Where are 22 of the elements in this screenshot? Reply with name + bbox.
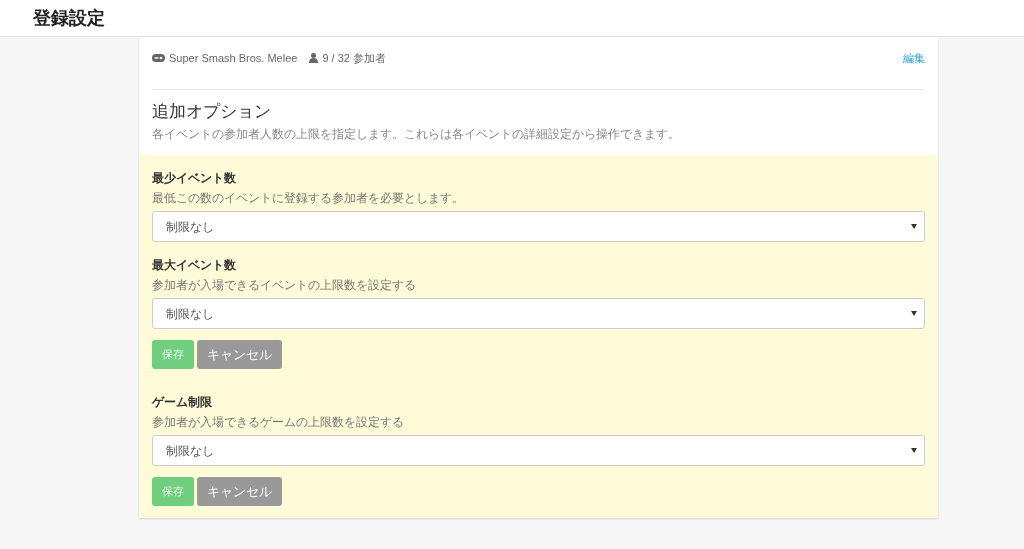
cancel-button[interactable]: キャンセル <box>197 477 282 506</box>
field-help: 最低この数のイベントに登録する参加者を必要とします。 <box>152 191 465 205</box>
field-help: 参加者が入場できるイベントの上限数を設定する <box>152 278 417 292</box>
section-title: 追加オプション <box>152 100 272 123</box>
cancel-button[interactable]: キャンセル <box>197 340 282 369</box>
select-field[interactable]: 制限なし <box>152 211 925 242</box>
field-label: 最大イベント数 <box>152 258 237 272</box>
field-help: 参加者が入場できるゲームの上限数を設定する <box>152 415 405 429</box>
field-label: ゲーム制限 <box>152 395 213 409</box>
person-icon <box>309 53 319 64</box>
page-title: 登録設定 <box>33 6 105 30</box>
section-description: 各イベントの参加者人数の上限を指定します。これらは各イベントの詳細設定から操作できます。 <box>152 126 681 143</box>
field-label: 最少イベント数 <box>152 171 237 185</box>
gamepad-icon <box>152 54 165 63</box>
caret-icon <box>911 448 917 453</box>
edit-link[interactable]: 編集 <box>903 50 925 67</box>
entrant-count: 9 / 32 参加者 <box>322 51 386 66</box>
caret-icon <box>911 311 917 316</box>
select-field[interactable]: 制限なし <box>152 435 925 466</box>
select-field[interactable]: 制限なし <box>152 298 925 329</box>
caret-icon <box>911 224 917 229</box>
game-name: Super Smash Bros. Melee <box>169 51 298 66</box>
